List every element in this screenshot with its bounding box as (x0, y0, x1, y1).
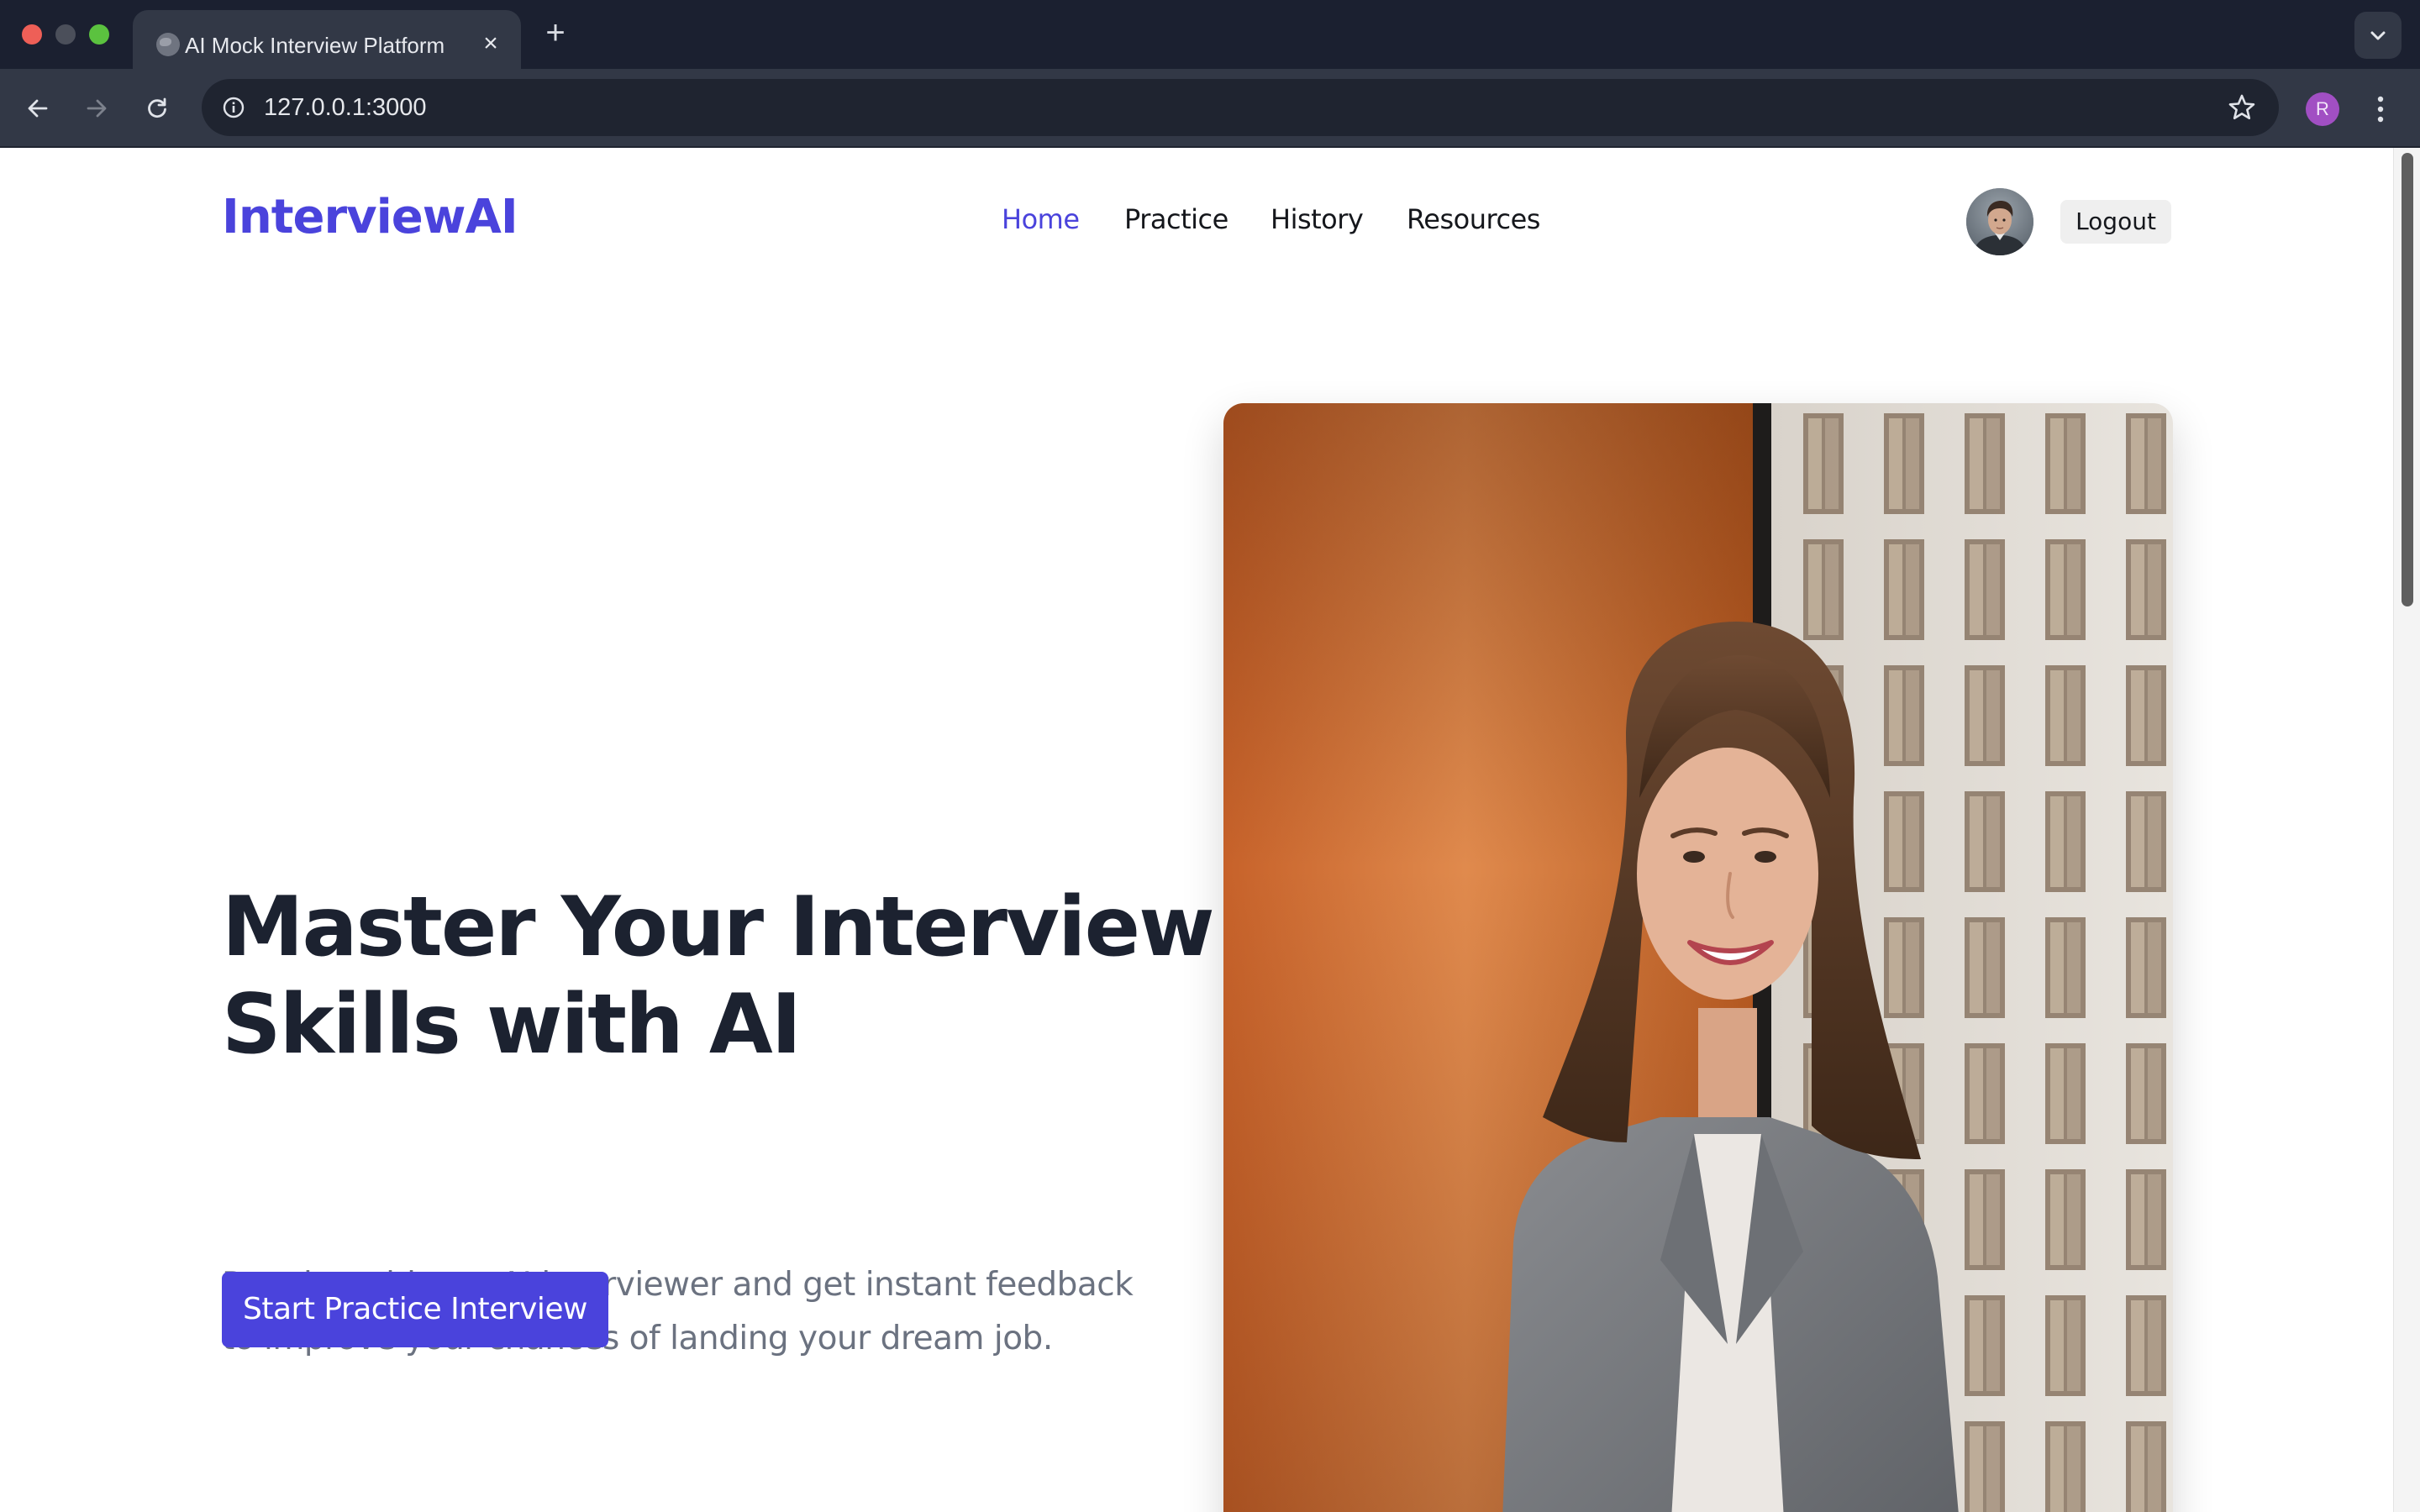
scrollbar-thumb[interactable] (2402, 153, 2413, 606)
info-icon (223, 97, 245, 118)
browser-tab-active[interactable]: AI Mock Interview Platform × (133, 10, 521, 69)
nav-link-home[interactable]: Home (1002, 203, 1080, 235)
user-avatar[interactable] (1966, 188, 2033, 255)
arrow-left-icon (28, 99, 48, 118)
start-practice-interview-button[interactable]: Start Practice Interview (222, 1272, 608, 1347)
tab-search-button[interactable] (2354, 12, 2402, 59)
chevron-down-icon (2370, 31, 2386, 40)
page-viewport: InterviewAI Home Practice History Resour… (0, 148, 2393, 1512)
browser-profile-avatar[interactable]: R (2306, 92, 2339, 126)
bookmark-button[interactable] (2227, 92, 2257, 123)
page-scrollbar[interactable] (2393, 148, 2420, 1512)
hero-image (1223, 403, 2173, 1512)
back-button[interactable] (18, 89, 57, 128)
reload-button[interactable] (138, 89, 176, 128)
kebab-menu-icon (2377, 96, 2384, 123)
browser-toolbar: 127.0.0.1:3000 R (0, 69, 2420, 148)
hero-title: Master Your Interview Skills with AI (222, 879, 1215, 1073)
new-tab-button[interactable]: + (538, 15, 573, 50)
tab-close-button[interactable]: × (476, 29, 506, 59)
browser-tab-bar: AI Mock Interview Platform × + (0, 0, 2420, 69)
site-logo[interactable]: InterviewAI (222, 190, 518, 244)
logout-button[interactable]: Logout (2060, 200, 2171, 244)
browser-menu-button[interactable] (2368, 91, 2393, 128)
window-close-button[interactable] (22, 24, 42, 45)
url-text[interactable]: 127.0.0.1:3000 (264, 79, 427, 136)
arrow-right-icon (87, 99, 107, 118)
window-minimize-button[interactable] (55, 24, 76, 45)
forward-button[interactable] (77, 89, 116, 128)
address-bar[interactable]: 127.0.0.1:3000 (202, 79, 2279, 136)
site-info-button[interactable] (215, 89, 252, 126)
nav-link-practice[interactable]: Practice (1124, 203, 1228, 235)
tab-title: AI Mock Interview Platform (185, 33, 445, 58)
reload-icon (148, 97, 166, 118)
globe-icon (156, 33, 180, 56)
hero-photo (1223, 403, 2173, 1512)
window-maximize-button[interactable] (89, 24, 109, 45)
user-portrait-image (1966, 188, 2033, 255)
nav-link-resources[interactable]: Resources (1407, 203, 1540, 235)
nav-link-history[interactable]: History (1270, 203, 1364, 235)
star-icon (2228, 94, 2255, 119)
